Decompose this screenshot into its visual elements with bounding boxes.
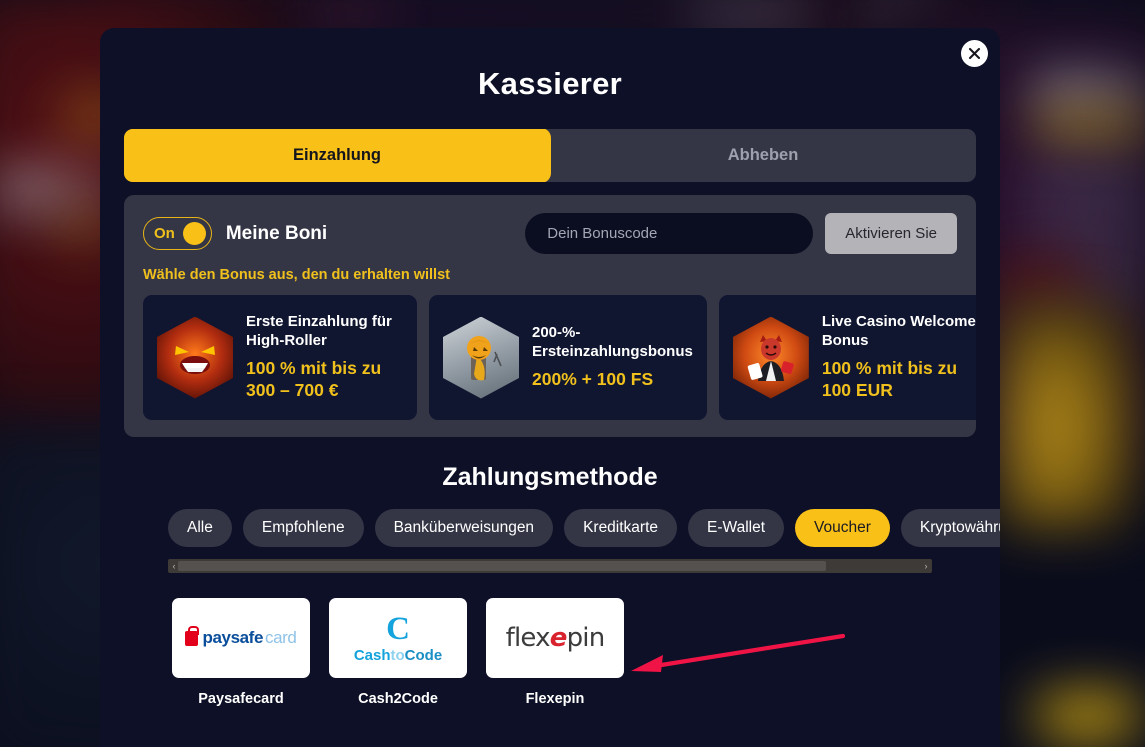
bonus-card-name: Erste Einzahlung für High-Roller [246, 312, 392, 349]
payment-method-flexepin[interactable]: flexepin Flexepin [486, 598, 624, 707]
tab-einzahlung[interactable]: Einzahlung [124, 129, 550, 182]
cashtocode-logo: C CashtoCode [329, 598, 467, 678]
bonus-card[interactable]: Live Casino Welcome Bonus 100 % mit bis … [718, 295, 976, 420]
bonus-icon-wrap [443, 316, 519, 399]
bonus-card-amount: 200% + 100 FS [532, 369, 654, 390]
bg-nav-item [690, 6, 810, 21]
logo-part-3: Code [404, 647, 443, 664]
toggle-knob-icon [182, 222, 206, 245]
scrollbar-thumb[interactable] [178, 561, 826, 571]
filter-tab-e-wallet[interactable]: E-Wallet [688, 509, 785, 547]
my-bonuses-toggle[interactable]: On [143, 217, 212, 250]
bonus-panel: On Meine Boni Aktivieren Sie Wähle den B… [124, 195, 976, 437]
scroll-right-arrow-icon[interactable]: › [922, 560, 930, 572]
logo-part-2: to [390, 647, 405, 664]
payment-methods-title: Zahlungsmethode [442, 463, 658, 491]
bonus-card-amount: 100 % mit bis zu 300 – 700 € [246, 358, 382, 401]
flexepin-logo-text: flexepin [505, 623, 606, 653]
payment-method-label: Cash2Code [358, 691, 438, 707]
c-glyph-icon: C [386, 611, 410, 647]
payment-method-label: Paysafecard [198, 691, 284, 707]
payment-filter-tabs: Alle Empfohlene Banküberweisungen Kredit… [168, 509, 1000, 547]
devil-dealer-icon [747, 334, 794, 381]
bonus-card-text: Live Casino Welcome Bonus 100 % mit bis … [822, 313, 976, 402]
toggle-state-label: On [154, 225, 175, 242]
payment-method-list: paysafe card Paysafecard C CashtoCode Ca… [172, 598, 1000, 707]
activate-bonus-button[interactable]: Aktivieren Sie [825, 213, 957, 254]
payment-filter-scrollbar[interactable]: ‹ › [168, 559, 932, 573]
bg-left-text-block [0, 170, 115, 208]
cashier-tabs: Einzahlung Abheben [124, 129, 976, 182]
payment-filter-scroller: Alle Empfohlene Banküberweisungen Kredit… [168, 509, 1000, 547]
bonus-card-name: 200-%-Ersteinzahlungsbonus [532, 323, 693, 360]
tab-abheben[interactable]: Abheben [550, 129, 976, 182]
page-title: Kassierer [477, 66, 623, 101]
filter-tab-kryptowaehrung[interactable]: Kryptowährung [900, 509, 1000, 547]
logo-part-2: card [265, 628, 297, 647]
bg-right-text-block [1035, 78, 1145, 104]
bonus-card-amount: 100 % mit bis zu 100 EUR [821, 358, 958, 401]
devil-smiley-hex-icon [157, 316, 233, 399]
bg-right-bottom-gold-text [1030, 690, 1145, 747]
paysafecard-logo-text: paysafe card [185, 625, 297, 648]
payment-method-label: Flexepin [525, 691, 585, 707]
bonus-icon-wrap [732, 316, 809, 399]
bonus-card-list: Erste Einzahlung für High-Roller 100 % m… [143, 295, 976, 420]
bg-right-coins [1000, 300, 1135, 530]
logo-word: CashtoCode [354, 648, 442, 663]
bonus-icon-wrap [157, 316, 233, 399]
scroll-left-arrow-icon[interactable]: ‹ [170, 560, 178, 572]
devil-face-icon [175, 345, 215, 374]
paysafecard-logo: paysafe card [172, 598, 310, 678]
filter-tab-bankueberweisungen[interactable]: Banküberweisungen [374, 509, 554, 547]
devil-dealer-hex-icon [732, 316, 809, 399]
cashtocode-logo-text: C CashtoCode [354, 611, 442, 664]
payment-method-cash2code[interactable]: C CashtoCode Cash2Code [329, 598, 467, 707]
logo-part-1: Cash [353, 647, 391, 664]
filter-tab-alle[interactable]: Alle [168, 509, 232, 547]
bonus-card-text: 200-%-Ersteinzahlungsbonus 200% + 100 FS [532, 324, 693, 391]
bg-nav-item [300, 4, 390, 20]
filter-tab-kreditkarte[interactable]: Kreditkarte [564, 509, 678, 547]
close-icon [968, 47, 981, 60]
filter-tab-empfohlene[interactable]: Empfohlene [242, 509, 364, 547]
bonus-code-row: Aktivieren Sie [525, 213, 957, 254]
bonus-hint-text: Wähle den Bonus aus, den du erhalten wil… [143, 267, 450, 283]
cashier-modal: Kassierer Einzahlung Abheben On Meine Bo… [100, 28, 1000, 747]
logo-part-1: flex [505, 623, 551, 653]
logo-part-2: e [549, 623, 568, 653]
bg-right-gold-button [1035, 113, 1145, 135]
pumpkin-scarecrow-hex-icon [443, 316, 519, 399]
bonus-card[interactable]: 200-%-Ersteinzahlungsbonus 200% + 100 FS [429, 295, 707, 420]
bonus-section-title: Meine Boni [225, 222, 328, 244]
payment-method-paysafecard[interactable]: paysafe card Paysafecard [172, 598, 310, 707]
flexepin-logo: flexepin [486, 598, 624, 678]
scarecrow-icon [467, 335, 502, 380]
bonus-code-input[interactable] [525, 213, 814, 254]
filter-tab-voucher[interactable]: Voucher [795, 509, 890, 547]
bonus-card-text: Erste Einzahlung für High-Roller 100 % m… [246, 313, 403, 402]
bonus-card[interactable]: Erste Einzahlung für High-Roller 100 % m… [143, 295, 417, 420]
logo-part-3: pin [566, 623, 606, 653]
bonus-header-row: On Meine Boni Aktivieren Sie [143, 213, 957, 254]
bonus-card-name: Live Casino Welcome Bonus [821, 312, 976, 349]
logo-part-1: paysafe [202, 628, 264, 647]
close-button[interactable] [961, 40, 988, 67]
lock-icon [185, 625, 200, 646]
